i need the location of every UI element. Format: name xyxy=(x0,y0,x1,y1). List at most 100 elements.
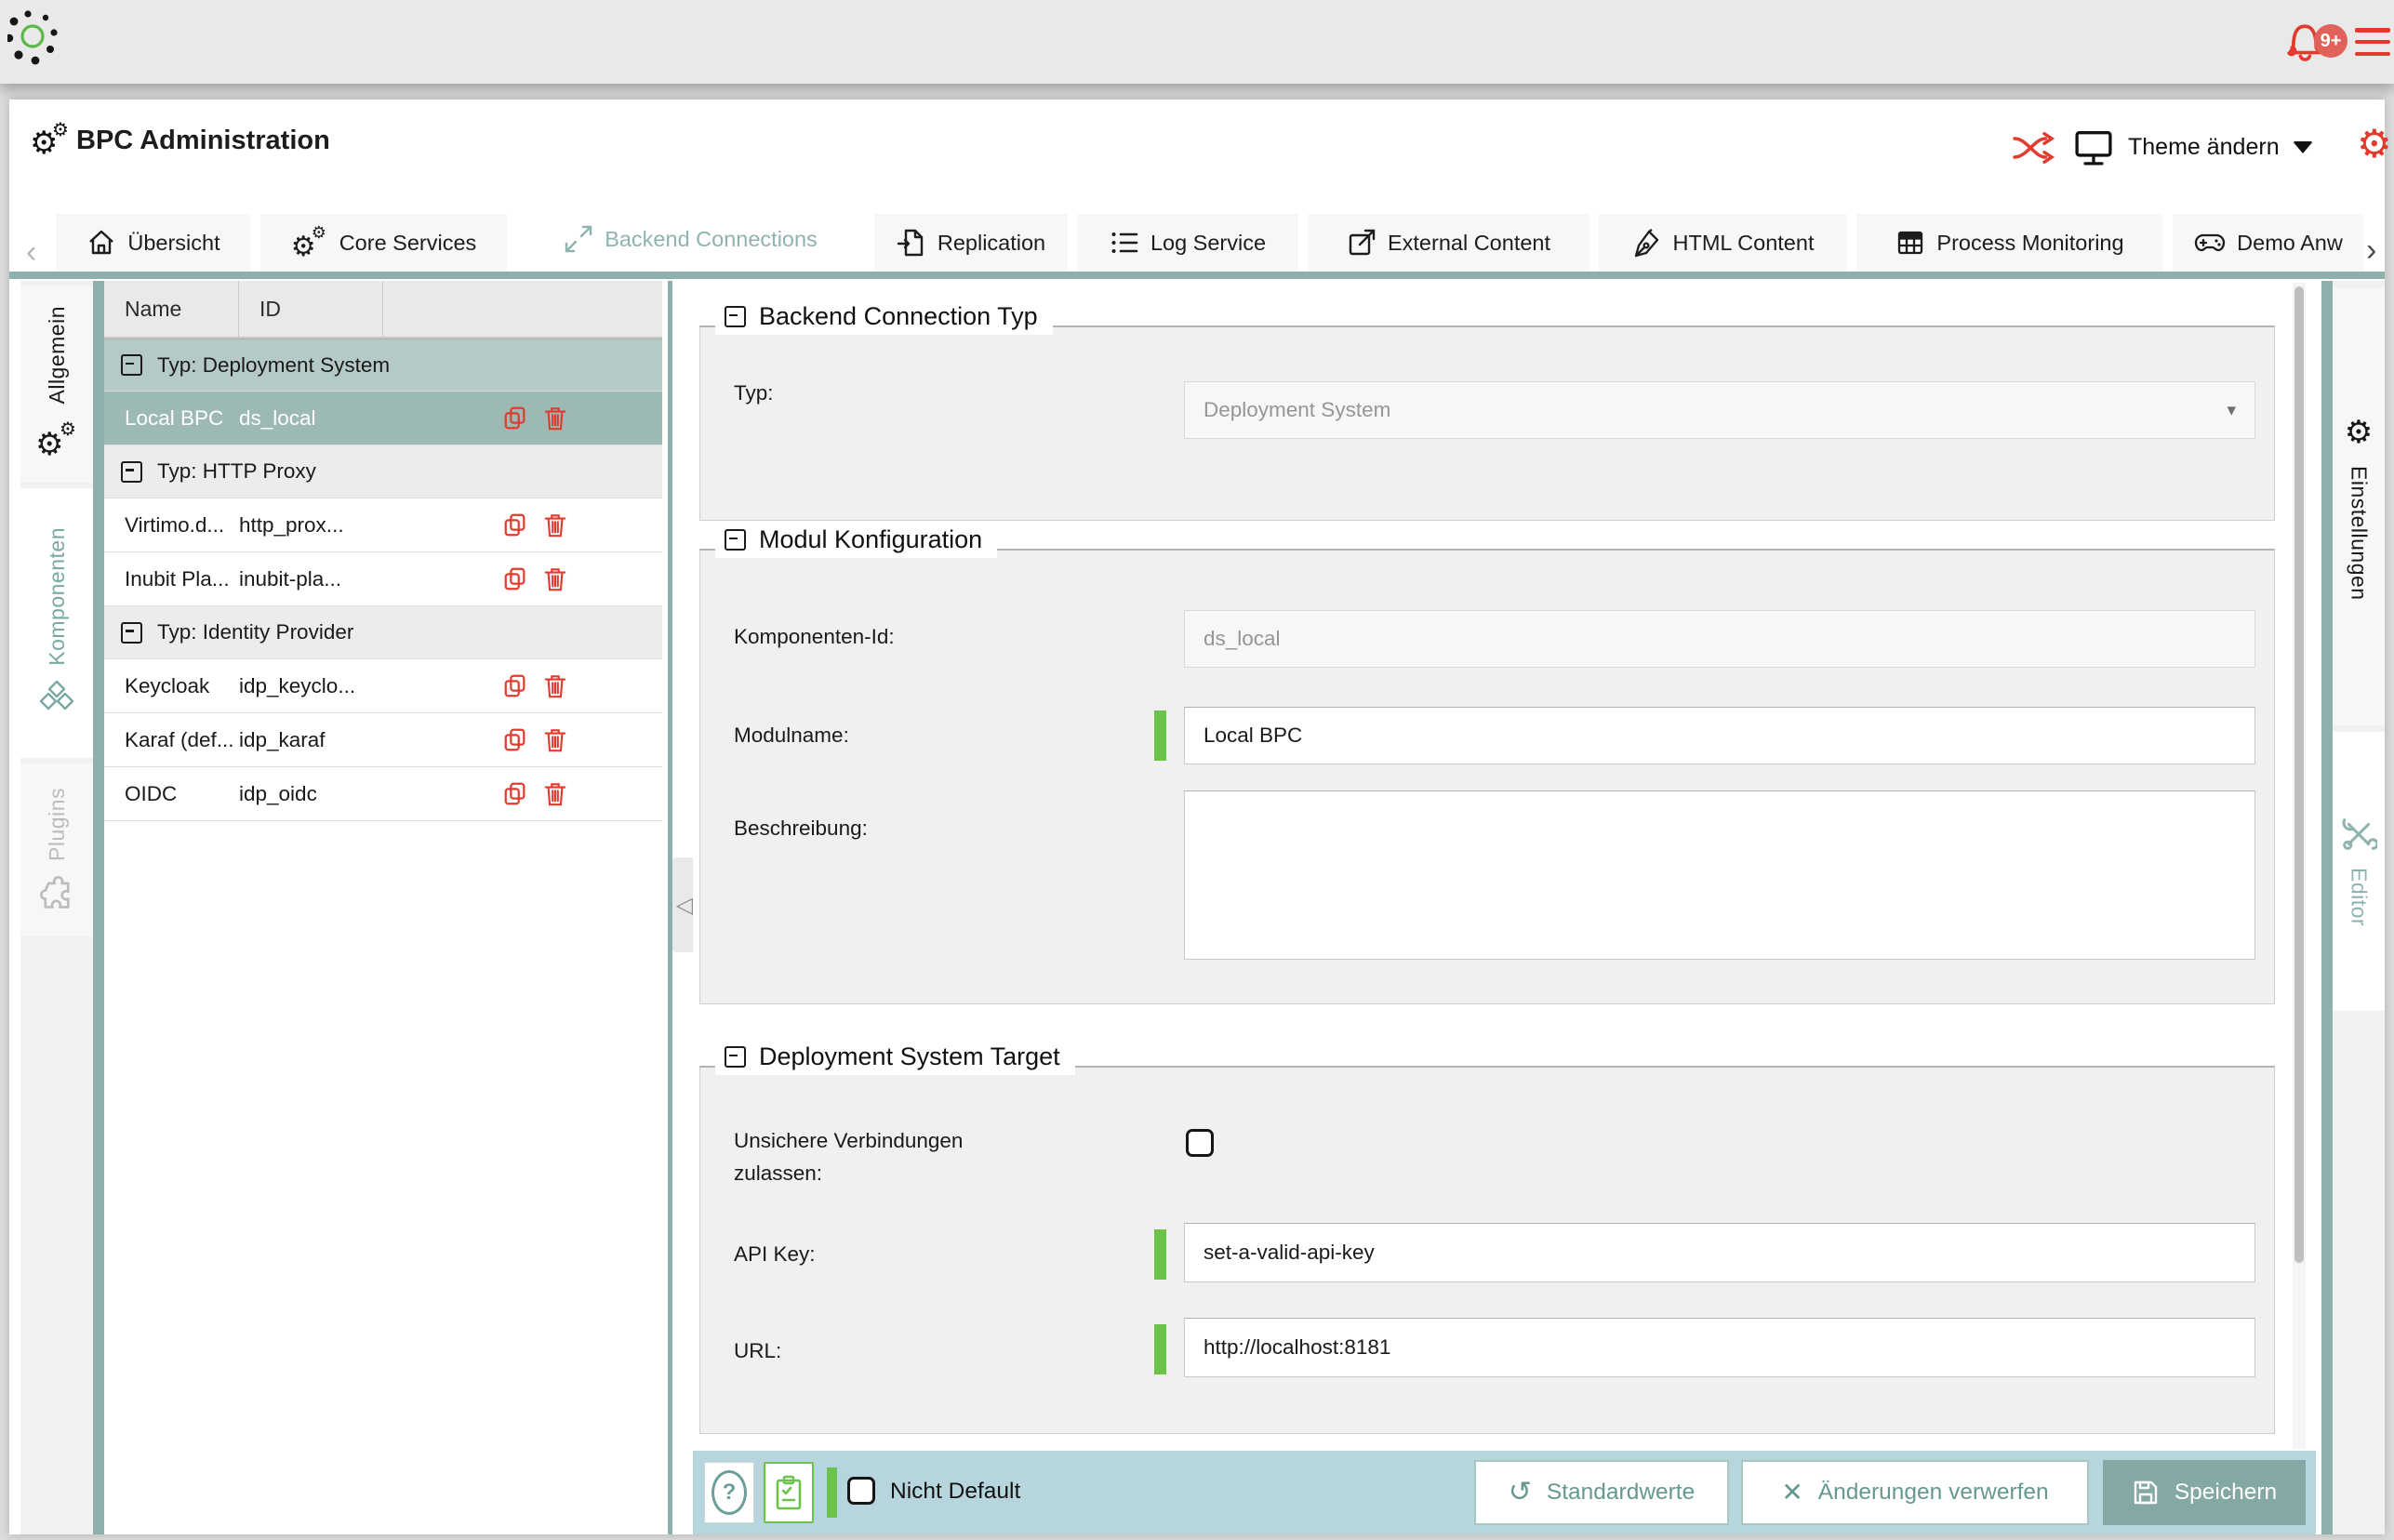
modified-indicator-bar xyxy=(1154,1229,1166,1280)
speichern-button[interactable]: Speichern xyxy=(2103,1460,2306,1525)
form-bottom-toolbar: ? Nicht Default ↺ Standardwerte ✕ Änderu… xyxy=(693,1451,2316,1534)
vertical-scrollbar xyxy=(2293,283,2306,1449)
copy-icon[interactable] xyxy=(502,673,528,699)
modulname-label: Modulname: xyxy=(734,724,849,747)
tab-demo-anwendung[interactable]: Demo Anw xyxy=(2173,214,2364,272)
title-bar: ⚙ ⚙ BPC Administration Theme ändern ⚙ xyxy=(9,100,2392,206)
standardwerte-button[interactable]: ↺ Standardwerte xyxy=(1474,1460,1729,1525)
table-row-karaf[interactable]: Karaf (def... idp_karaf xyxy=(104,713,662,767)
collapse-group-icon[interactable] xyxy=(121,460,142,483)
tabs-scroll-right-icon[interactable]: › xyxy=(2366,232,2376,269)
sidetab-einstellungen[interactable]: ⚙ Einstellungen xyxy=(2333,288,2385,725)
table-grid-icon xyxy=(1895,228,1925,258)
url-label: URL: xyxy=(734,1339,782,1362)
list-icon xyxy=(1110,228,1139,258)
column-header-actions xyxy=(383,281,662,337)
table-row-local-bpc[interactable]: Local BPC ds_local xyxy=(104,392,662,445)
help-button[interactable]: ? xyxy=(704,1462,754,1523)
collapse-section-icon[interactable] xyxy=(725,306,746,327)
group-row-deployment-system[interactable]: Typ: Deployment System xyxy=(104,339,662,392)
tab-replication[interactable]: Replication xyxy=(874,214,1068,272)
tab-external-content[interactable]: External Content xyxy=(1308,214,1589,272)
shuffle-icon[interactable] xyxy=(2011,127,2055,168)
collapse-section-icon[interactable] xyxy=(725,529,746,551)
copy-icon[interactable] xyxy=(502,405,528,431)
aenderungen-verwerfen-button[interactable]: ✕ Änderungen verwerfen xyxy=(1741,1460,2089,1525)
app-window: 9+ ⚙ ⚙ BPC Administration Theme ändern ⚙… xyxy=(0,0,2394,1540)
section-deployment-system-target: Deployment System Target Unsichere Verbi… xyxy=(699,1042,2275,1434)
app-panel: ⚙ ⚙ BPC Administration Theme ändern ⚙ ‹ … xyxy=(9,100,2392,1534)
gear-icon: ⚙ xyxy=(2344,413,2374,451)
main-tab-bar: ‹ Übersicht ⚙ ⚙ Core Services Backend Co… xyxy=(9,206,2385,278)
clipboard-check-icon xyxy=(774,1474,804,1511)
system-topbar: 9+ xyxy=(0,0,2394,84)
menu-hamburger-icon[interactable] xyxy=(2355,28,2390,56)
cubes-icon xyxy=(36,680,77,719)
komponenten-id-field[interactable] xyxy=(1184,610,2255,668)
section-legend: Modul Konfiguration xyxy=(715,525,998,558)
page-title: BPC Administration xyxy=(76,126,330,155)
tab-log-service[interactable]: Log Service xyxy=(1077,214,1298,272)
table-row-inubit[interactable]: Inubit Pla... inubit-pla... xyxy=(104,552,662,606)
tab-html-content[interactable]: HTML Content xyxy=(1599,214,1847,272)
typ-label: Typ: xyxy=(734,381,774,405)
discard-x-icon: ✕ xyxy=(1781,1478,1803,1507)
column-header-id[interactable]: ID xyxy=(239,281,383,337)
nicht-default-checkbox[interactable] xyxy=(847,1477,875,1505)
copy-icon[interactable] xyxy=(502,727,528,753)
notifications-bell-button[interactable]: 9+ xyxy=(2281,15,2364,71)
copy-icon[interactable] xyxy=(502,512,528,538)
delete-trash-icon[interactable] xyxy=(543,727,567,753)
sidetab-komponenten[interactable]: Komponenten xyxy=(20,488,93,758)
unsichere-verbindungen-checkbox[interactable] xyxy=(1186,1129,1214,1157)
sidetab-plugins[interactable]: Plugins xyxy=(20,763,93,936)
tabs-scroll-left-icon[interactable]: ‹ xyxy=(26,234,36,271)
komponenten-id-label: Komponenten-Id: xyxy=(734,625,895,648)
tab-indicator-strip xyxy=(9,272,2385,279)
beschreibung-field[interactable] xyxy=(1184,790,2255,960)
group-row-identity-provider[interactable]: Typ: Identity Provider xyxy=(104,606,662,659)
external-link-icon xyxy=(1347,228,1377,258)
collapse-group-icon[interactable] xyxy=(121,354,142,376)
select-chevron-icon: ▾ xyxy=(2227,400,2236,420)
section-legend: Backend Connection Typ xyxy=(715,302,1053,335)
tab-uebersicht[interactable]: Übersicht xyxy=(56,214,251,272)
gears-icon: ⚙ ⚙ xyxy=(35,417,76,463)
section-modul-konfiguration: Modul Konfiguration Komponenten-Id: Modu… xyxy=(699,525,2275,1004)
copy-icon[interactable] xyxy=(502,781,528,807)
tab-backend-connections[interactable]: Backend Connections xyxy=(516,206,865,272)
api-key-field[interactable] xyxy=(1184,1223,2255,1282)
undo-icon: ↺ xyxy=(1508,1476,1532,1508)
table-row-virtimo[interactable]: Virtimo.d... http_prox... xyxy=(104,498,662,552)
chevron-down-icon xyxy=(2292,140,2313,153)
api-key-label: API Key: xyxy=(734,1242,816,1266)
typ-select[interactable]: Deployment System ▾ xyxy=(1184,381,2255,439)
gamepad-icon xyxy=(2194,228,2226,258)
sidetab-allgemein[interactable]: Allgemein ⚙ ⚙ xyxy=(20,285,93,483)
sidetab-editor[interactable]: Editor xyxy=(2333,732,2385,1011)
column-header-name[interactable]: Name xyxy=(104,281,239,337)
table-row-oidc[interactable]: OIDC idp_oidc xyxy=(104,767,662,821)
delete-trash-icon[interactable] xyxy=(543,512,567,538)
copy-icon[interactable] xyxy=(502,566,528,592)
save-floppy-icon xyxy=(2132,1479,2160,1507)
modulname-field[interactable] xyxy=(1184,707,2255,764)
scrollbar-thumb[interactable] xyxy=(2294,286,2304,1263)
tab-core-services[interactable]: ⚙ ⚙ Core Services xyxy=(260,214,507,272)
theme-switch-button[interactable]: Theme ändern xyxy=(2072,124,2313,170)
changelog-clipboard-button[interactable] xyxy=(764,1462,814,1523)
delete-trash-icon[interactable] xyxy=(543,405,567,431)
unsichere-verbindungen-label: Unsichere Verbindungen zulassen: xyxy=(734,1129,964,1185)
delete-trash-icon[interactable] xyxy=(543,781,567,807)
delete-trash-icon[interactable] xyxy=(543,566,567,592)
delete-trash-icon[interactable] xyxy=(543,673,567,699)
tab-process-monitoring[interactable]: Process Monitoring xyxy=(1856,214,2163,272)
table-row-keycloak[interactable]: Keycloak idp_keyclo... xyxy=(104,659,662,713)
home-icon xyxy=(86,228,116,258)
diagonal-arrows-icon xyxy=(564,224,593,254)
url-field[interactable] xyxy=(1184,1318,2255,1377)
collapse-section-icon[interactable] xyxy=(725,1046,746,1068)
collapse-group-icon[interactable] xyxy=(121,621,142,644)
settings-gear-button[interactable]: ⚙ xyxy=(2357,124,2392,165)
group-row-http-proxy[interactable]: Typ: HTTP Proxy xyxy=(104,445,662,498)
